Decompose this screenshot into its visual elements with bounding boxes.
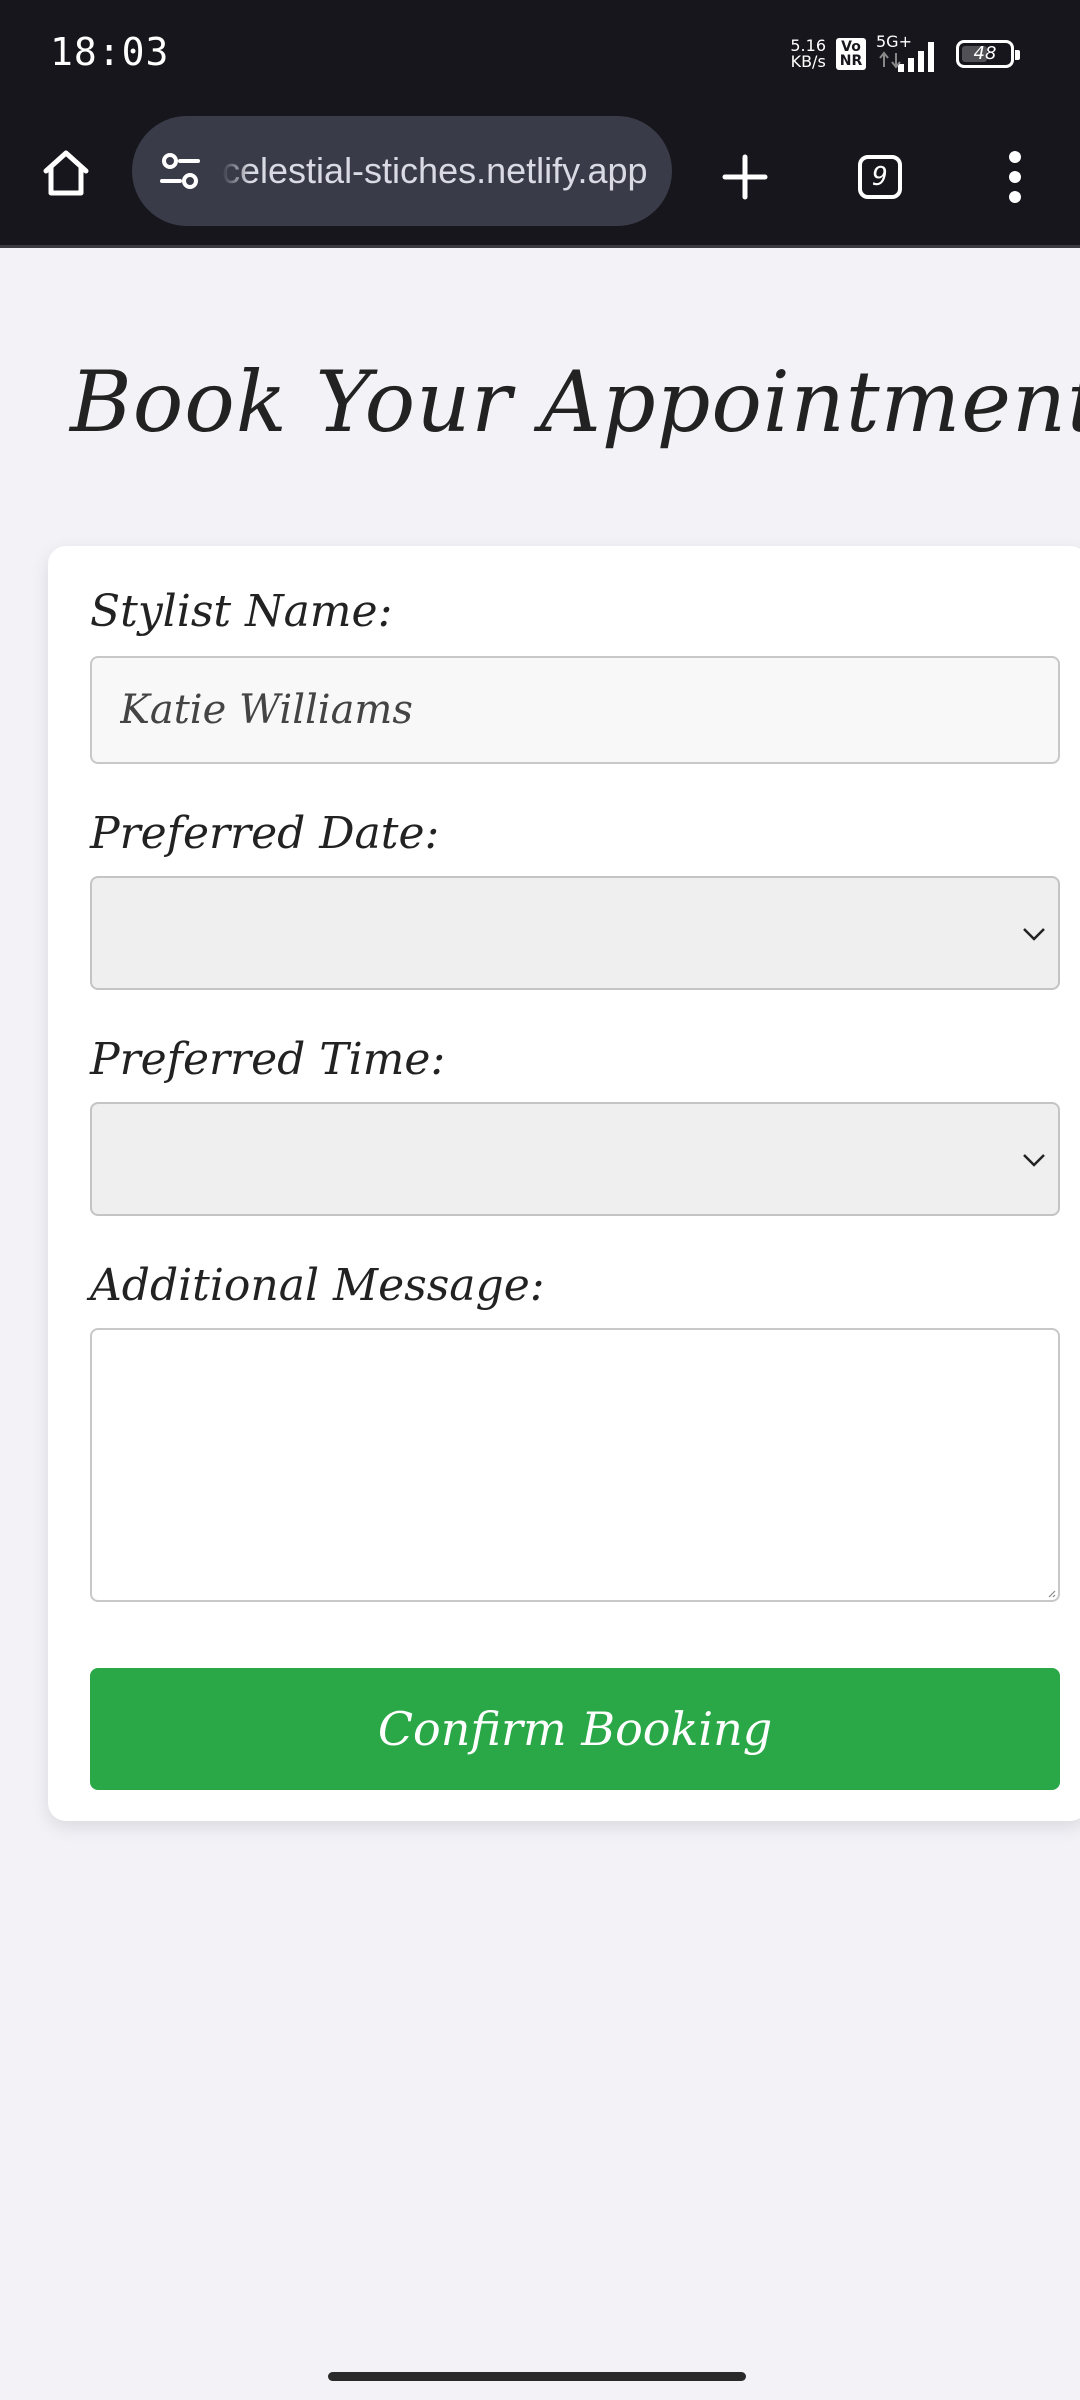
preferred-date-select[interactable] <box>90 876 1060 990</box>
url-text: celestial-stiches.netlify.app <box>222 116 672 226</box>
battery-level: 48 <box>973 43 997 64</box>
tab-switcher-button[interactable]: 9 <box>840 137 920 217</box>
stylist-name-input[interactable] <box>90 656 1060 764</box>
new-tab-button[interactable] <box>705 137 785 217</box>
stylist-name-label: Stylist Name: <box>90 586 393 637</box>
browser-toolbar: celestial-stiches.netlify.app 9 <box>0 110 1080 248</box>
plus-icon <box>722 154 768 200</box>
preferred-time-label: Preferred Time: <box>90 1034 446 1085</box>
network-speed-unit: KB/s <box>790 52 826 71</box>
web-page: Book Your Appointment Stylist Name: Pref… <box>0 248 1080 2400</box>
url-value: celestial-stiches.netlify.app <box>222 150 648 191</box>
network-speed: 5.16 KB/s <box>790 38 826 70</box>
battery-indicator: 48 <box>956 40 1020 68</box>
battery-tip <box>1015 50 1020 60</box>
signal-strength: 5G+ <box>876 32 946 74</box>
booking-form: Stylist Name: Preferred Date: Preferred … <box>48 546 1080 1821</box>
status-time: 18:03 <box>50 30 170 74</box>
tab-count: 9 <box>858 155 902 199</box>
signal-bars-icon <box>879 42 934 72</box>
additional-message-textarea[interactable] <box>90 1328 1060 1602</box>
more-vert-icon <box>1009 151 1021 203</box>
resize-handle-icon[interactable] <box>1046 1588 1056 1598</box>
preferred-date-label: Preferred Date: <box>90 808 440 859</box>
tune-icon <box>160 153 200 189</box>
home-button[interactable] <box>30 137 102 209</box>
status-bar: 18:03 5.16 KB/s Vo NR 5G+ 48 <box>0 0 1080 110</box>
preferred-time-select[interactable] <box>90 1102 1060 1216</box>
confirm-booking-button[interactable]: Confirm Booking <box>90 1668 1060 1790</box>
home-icon <box>43 150 89 196</box>
chevron-down-icon <box>1023 1154 1045 1167</box>
additional-message-label: Additional Message: <box>90 1260 545 1311</box>
url-fade <box>222 116 250 226</box>
gesture-home-indicator[interactable] <box>328 2372 746 2381</box>
volte-badge: Vo NR <box>836 38 866 70</box>
browser-menu-button[interactable] <box>975 137 1055 217</box>
chevron-down-icon <box>1023 928 1045 941</box>
status-indicators: 5.16 KB/s Vo NR 5G+ 48 <box>790 32 1020 74</box>
site-settings-button[interactable] <box>152 143 208 199</box>
address-bar[interactable]: celestial-stiches.netlify.app <box>132 116 672 226</box>
page-title: Book Your Appointment <box>70 353 1080 451</box>
